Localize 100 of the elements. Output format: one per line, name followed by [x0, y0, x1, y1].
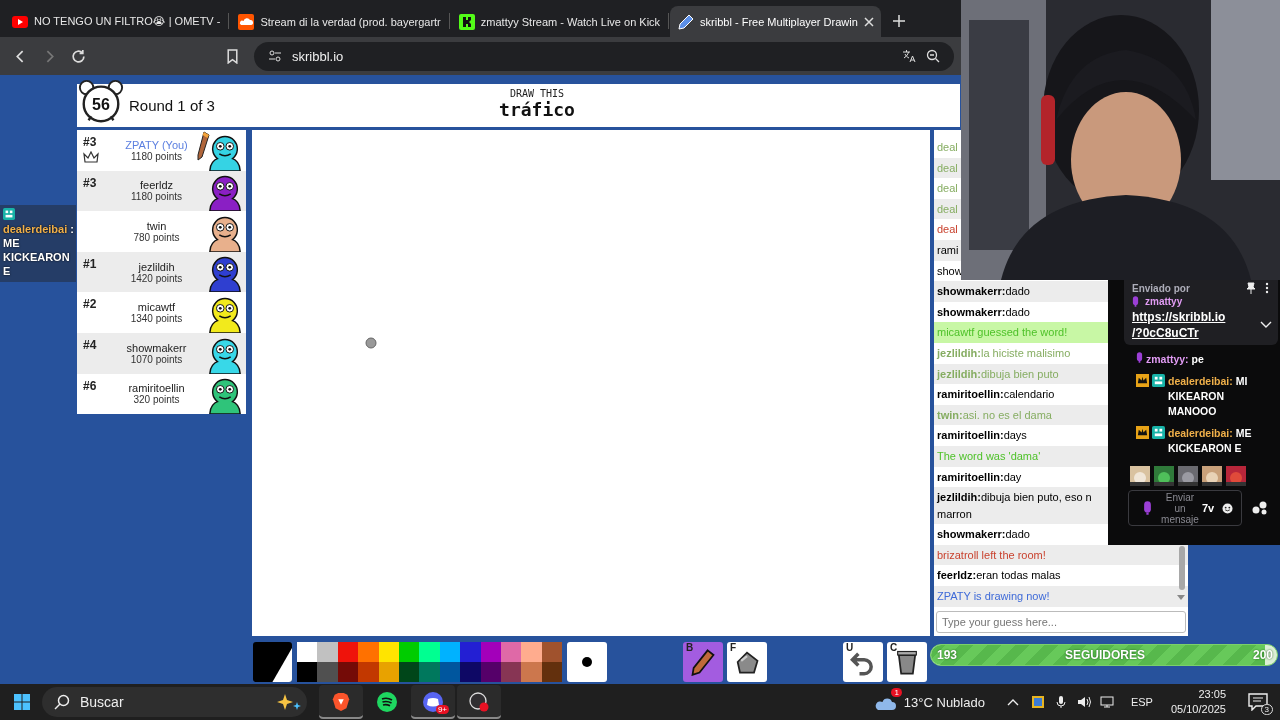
- color-swatch[interactable]: [439, 641, 461, 662]
- goal-label: SEGUIDORES: [1065, 648, 1145, 662]
- badge-icon: [1152, 426, 1165, 439]
- player-points: 780 points: [133, 232, 180, 243]
- player-name: ZPATY (You): [125, 138, 188, 151]
- translate-icon[interactable]: [902, 49, 916, 63]
- browser-tab[interactable]: NO TENGO UN FILTRO😭 | OMETV -: [4, 6, 228, 37]
- notification-badge: 9+: [435, 705, 449, 714]
- emoji-icon[interactable]: [1222, 502, 1234, 514]
- player-rank: #6: [83, 378, 97, 393]
- network-icon[interactable]: [1099, 695, 1114, 709]
- player-row[interactable]: #3 ZPATY (You) 1180 points: [77, 130, 246, 171]
- notifications-icon[interactable]: [1248, 693, 1268, 711]
- bits-icon[interactable]: [1252, 501, 1268, 515]
- scroll-down-icon[interactable]: [1177, 595, 1185, 600]
- player-name: jezlildih: [138, 260, 175, 273]
- tool-button[interactable]: C: [887, 641, 928, 682]
- search-icon: [54, 694, 70, 710]
- site-settings-icon[interactable]: [268, 49, 282, 63]
- color-swatch[interactable]: [460, 641, 481, 662]
- brush-cursor-icon: [365, 337, 377, 349]
- chevron-down-icon[interactable]: [1260, 321, 1272, 329]
- taskbar-app[interactable]: [319, 685, 363, 719]
- color-swatch[interactable]: [398, 641, 420, 662]
- tool-button[interactable]: B: [683, 641, 724, 682]
- color-swatch[interactable]: [541, 641, 563, 662]
- color-swatch[interactable]: [358, 661, 379, 682]
- color-swatch[interactable]: [297, 641, 318, 662]
- prompt-label: DRAW THIS: [509, 88, 565, 99]
- color-swatch[interactable]: [419, 641, 440, 662]
- player-rank: #2: [83, 297, 97, 312]
- guess-input[interactable]: Type your guess here...: [936, 611, 1186, 633]
- notification-badge: 1: [891, 688, 902, 697]
- goal-current: 193: [937, 648, 958, 662]
- tool-button[interactable]: F: [727, 641, 768, 682]
- new-tab-icon[interactable]: [892, 15, 905, 27]
- player-points: 1180 points: [131, 191, 182, 203]
- chat-message: ZPATY is drawing now!: [934, 586, 1188, 607]
- player-row[interactable]: #1 jezlildih 1420 points: [77, 251, 246, 293]
- player-rank: #3: [83, 135, 97, 149]
- brush-size-icon: [582, 656, 593, 667]
- player-rank: #3: [83, 175, 97, 190]
- scrollbar[interactable]: [1179, 546, 1185, 590]
- player-row[interactable]: #4 showmakerr 1070 points: [77, 332, 246, 374]
- player-row[interactable]: twin 780 points: [77, 211, 246, 252]
- clock[interactable]: 23:05 05/10/2025: [1170, 687, 1226, 717]
- player-name: showmakerr: [126, 341, 187, 354]
- browser-tab[interactable]: Stream di la verdad (prod. bayergartr: [230, 6, 448, 37]
- brush-size-button[interactable]: [567, 641, 608, 682]
- microphone-icon: [1132, 296, 1139, 307]
- pin-icon[interactable]: [1246, 282, 1256, 294]
- close-icon[interactable]: [863, 16, 874, 27]
- address-field[interactable]: skribbl.io: [254, 41, 954, 71]
- player-points: 320 points: [133, 394, 180, 406]
- player-points: 1070 points: [130, 353, 183, 365]
- player-name: feerldz: [140, 179, 173, 192]
- microphone-icon[interactable]: [1053, 695, 1068, 709]
- language-indicator[interactable]: ESP: [1130, 696, 1153, 708]
- player-row[interactable]: #3 feerldz 1180 points: [77, 170, 246, 212]
- tool-button[interactable]: U: [843, 641, 884, 682]
- weather-text[interactable]: 13°C Nublado: [903, 694, 985, 710]
- player-name: ramiritoellin: [128, 382, 185, 395]
- chevron-up-icon[interactable]: [1006, 698, 1019, 706]
- pencil-icon: [678, 13, 695, 30]
- color-swatch[interactable]: [317, 661, 338, 682]
- browser-tab[interactable]: skribbl - Free Multiplayer Drawin: [670, 6, 881, 37]
- reload-icon[interactable]: [71, 48, 86, 64]
- taskbar-app[interactable]: 9+: [411, 685, 455, 719]
- color-swatch[interactable]: [500, 641, 522, 662]
- speaker-icon[interactable]: [1076, 695, 1091, 709]
- color-swatch[interactable]: [337, 641, 359, 662]
- notification-count: 3: [1260, 704, 1273, 715]
- search-field[interactable]: Buscar: [42, 687, 307, 717]
- extension-label[interactable]: 7v: [1202, 502, 1215, 514]
- taskbar-app[interactable]: [457, 685, 501, 719]
- word-text: tráfico: [499, 99, 575, 120]
- play-icon: [12, 13, 28, 30]
- color-swatch[interactable]: [460, 661, 481, 682]
- zoom-out-icon[interactable]: [926, 49, 940, 63]
- color-swatch[interactable]: [297, 661, 318, 682]
- timer: 56: [91, 95, 111, 114]
- app-icon[interactable]: [1030, 695, 1045, 709]
- color-swatch[interactable]: [378, 641, 399, 662]
- player-row[interactable]: #2 micawtf 1340 points: [77, 292, 246, 333]
- bookmark-icon[interactable]: [225, 48, 240, 64]
- music-icon: [377, 692, 397, 712]
- color-swatch[interactable]: [521, 661, 542, 682]
- color-swatch[interactable]: [358, 641, 379, 662]
- player-row[interactable]: #6 ramiritoellin 320 points: [77, 373, 246, 415]
- color-swatch[interactable]: [419, 661, 440, 682]
- chat-input[interactable]: Enviar un mensaje 7v: [1128, 490, 1242, 526]
- browser-tab[interactable]: zmattyy Stream - Watch Live on Kick: [450, 6, 668, 37]
- pinned-header: Enviado por: [1132, 282, 1190, 294]
- color-swatch[interactable]: [317, 641, 338, 662]
- color-swatch[interactable]: [480, 641, 501, 662]
- color-swatch[interactable]: [521, 641, 542, 662]
- player-points: 1420 points: [130, 272, 183, 284]
- lion-shield-icon: [331, 692, 351, 712]
- windows-icon[interactable]: [14, 694, 30, 710]
- player-name: micawtf: [137, 301, 176, 314]
